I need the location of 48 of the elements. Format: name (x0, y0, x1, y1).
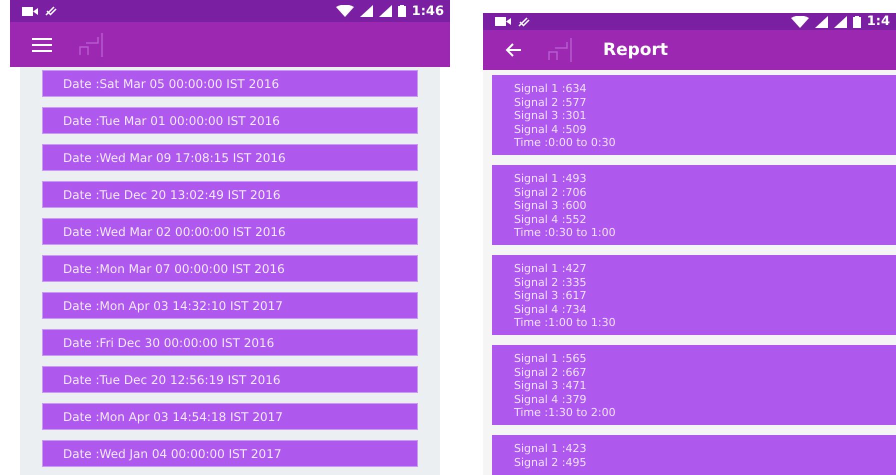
date-list-item[interactable]: Date :Tue Dec 20 12:56:19 IST 2016 (42, 366, 418, 393)
report-line: Signal 2 :577 (514, 96, 588, 109)
video-camera-icon (22, 6, 38, 16)
wifi-icon (790, 16, 809, 28)
report-line: Signal 2 :667 (514, 366, 588, 379)
date-list-item[interactable]: Date :Tue Mar 01 00:00:00 IST 2016 (42, 107, 418, 134)
date-list-item[interactable]: Date :Tue Dec 20 13:02:49 IST 2016 (42, 181, 418, 208)
report-line: Time :1:30 to 2:00 (514, 406, 617, 420)
report-line: Signal 4 :552 (514, 212, 588, 226)
report-line: Signal 1 :565 (514, 352, 588, 366)
battery-icon (852, 16, 861, 28)
date-list-item[interactable]: Date :Wed Mar 09 17:08:15 IST 2016 (42, 144, 418, 171)
date-list-item[interactable]: Date :Mon Apr 03 14:54:18 IST 2017 (42, 403, 418, 430)
report-line: Signal 3 :617 (514, 289, 588, 302)
report-line: Signal 3 :471 (514, 379, 588, 392)
toolbar-title: Report (603, 40, 668, 60)
date-list-item[interactable]: Date :Mon Apr 03 14:32:10 IST 2017 (42, 292, 418, 319)
back-arrow-icon (505, 43, 521, 57)
report-line: Signal 4 :734 (514, 302, 588, 316)
signal-icon (378, 5, 392, 17)
wifi-icon (336, 5, 354, 17)
report-line: Time :0:30 to 1:00 (514, 226, 617, 240)
battery-icon (398, 5, 406, 17)
video-camera-icon (495, 17, 511, 26)
report-line: Signal 2 :495 (514, 456, 588, 469)
menu-icon (32, 38, 52, 52)
report-line: Signal 4 :379 (514, 392, 588, 406)
report-line: Signal 1 :427 (514, 262, 588, 276)
report-line: Time :1:00 to 1:30 (514, 316, 617, 330)
date-list-item[interactable]: Date :Wed Mar 02 00:00:00 IST 2016 (42, 218, 418, 245)
report-line: Signal 2 :706 (514, 186, 588, 199)
report-line: Signal 2 :335 (514, 276, 588, 289)
signal-icon (834, 16, 847, 28)
date-list-item[interactable]: Date :Wed Jan 04 00:00:00 IST 2017 (42, 440, 418, 467)
status-time: 1:46 (412, 4, 444, 18)
report-line: Signal 1 :634 (514, 82, 588, 96)
report-line: Signal 1 :493 (514, 172, 588, 186)
report-line: Signal 4 :509 (514, 122, 588, 136)
date-list-item[interactable]: Date :Mon Mar 07 00:00:00 IST 2016 (42, 255, 418, 282)
status-time: 1:4 (866, 14, 890, 29)
report-line: Signal 3 :301 (514, 109, 588, 122)
date-list-item[interactable]: Date :Sat Mar 05 00:00:00 IST 2016 (42, 70, 418, 97)
report-line: Time :0:00 to 0:30 (514, 136, 617, 150)
report-line: Signal 1 :423 (514, 442, 588, 456)
date-list-item[interactable]: Date :Fri Dec 30 00:00:00 IST 2016 (42, 329, 418, 356)
signal-icon (360, 5, 373, 17)
report-line: Signal 3 :600 (514, 199, 588, 212)
signal-icon (814, 16, 828, 28)
